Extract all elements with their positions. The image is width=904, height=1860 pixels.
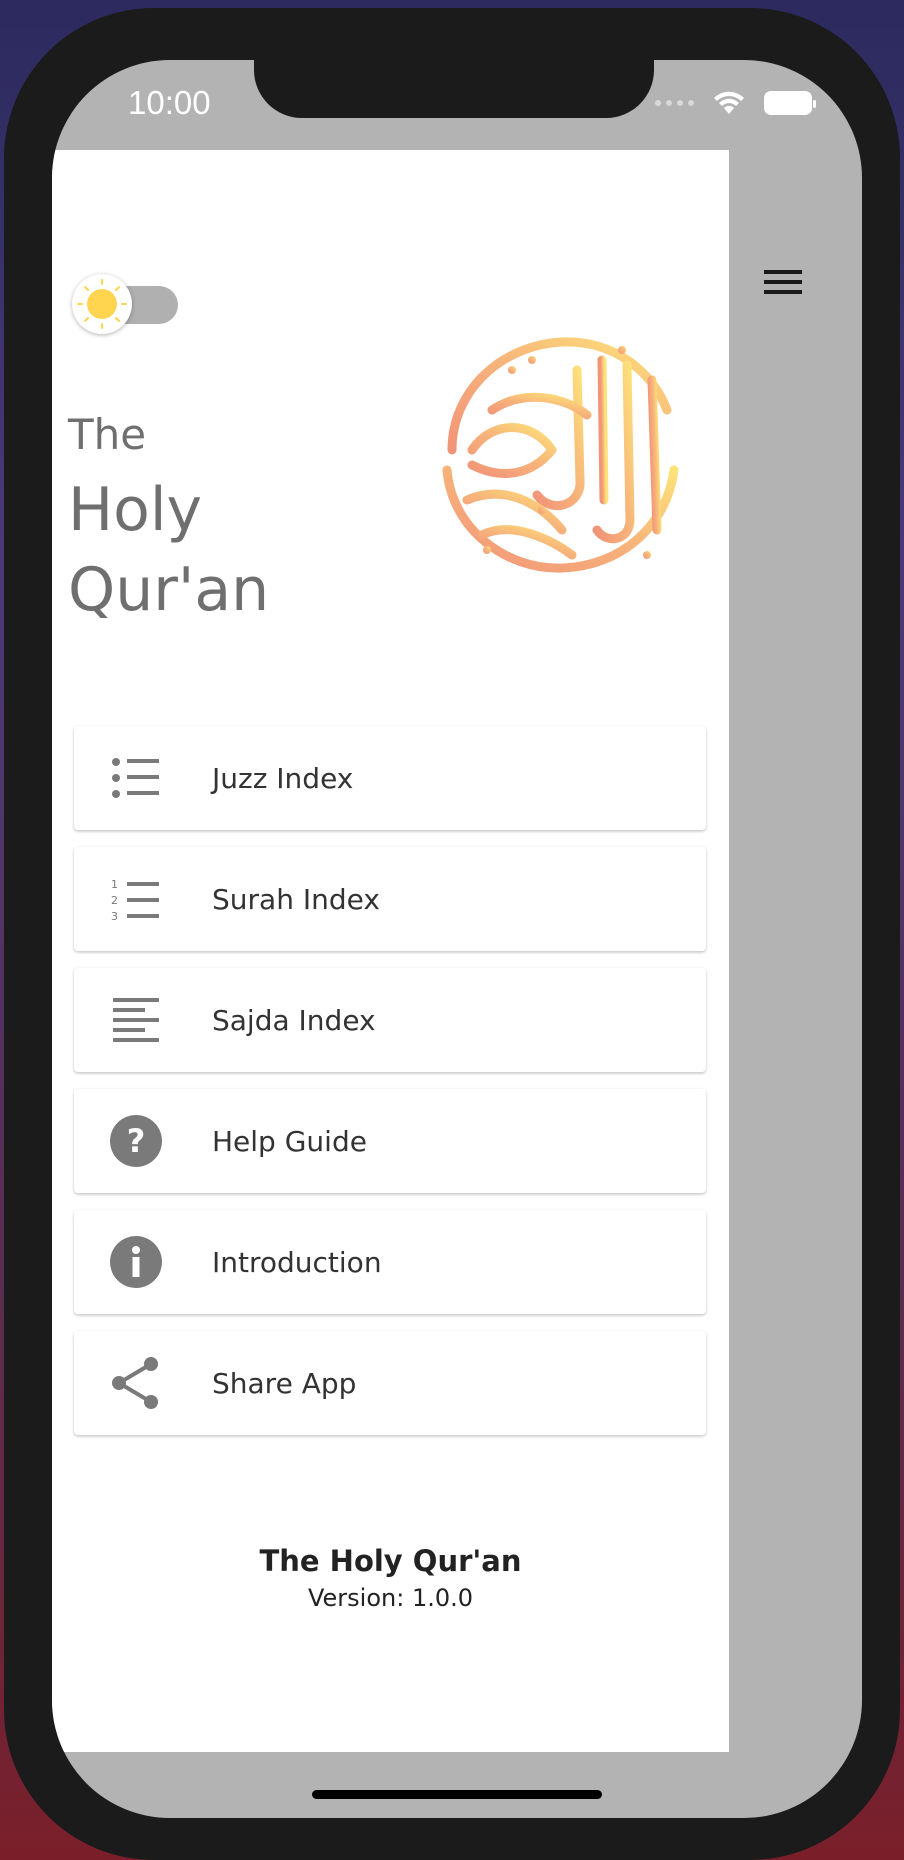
share-icon	[106, 1353, 166, 1413]
menu-item-juzz-index[interactable]: Juzz Index	[74, 726, 706, 830]
app-title: The Holy Qur'an	[68, 410, 269, 630]
sun-icon	[77, 279, 127, 329]
home-indicator[interactable]	[312, 1790, 602, 1799]
device-frame: 10:00 The Holy Qur'an Juzz Index 1 2 3 S…	[4, 8, 900, 1860]
menu-item-surah-index[interactable]: 1 2 3 Surah Index	[74, 847, 706, 951]
svg-text:2: 2	[111, 894, 118, 907]
battery-icon	[764, 91, 816, 115]
menu-item-sajda-index[interactable]: Sajda Index	[74, 968, 706, 1072]
numbered-list-icon: 1 2 3	[106, 869, 166, 929]
menu-item-label: Sajda Index	[212, 1003, 376, 1037]
menu-item-label: Surah Index	[212, 882, 380, 916]
list-bullet-icon	[106, 748, 166, 808]
footer-title: The Holy Qur'an	[259, 1544, 522, 1578]
menu-hamburger-icon[interactable]	[764, 270, 802, 298]
screen: 10:00 The Holy Qur'an Juzz Index 1 2 3 S…	[52, 60, 862, 1818]
app-footer: The Holy Qur'an Version: 1.0.0	[52, 1544, 729, 1612]
menu-item-label: Juzz Index	[212, 761, 354, 795]
main-menu: Juzz Index 1 2 3 Surah Index Sajda Index…	[74, 726, 706, 1452]
svg-text:3: 3	[111, 910, 118, 921]
title-quran: Qur'an	[68, 555, 270, 625]
title-holy: Holy	[68, 475, 203, 545]
info-circle-icon	[106, 1232, 166, 1292]
menu-item-help-guide[interactable]: ? Help Guide	[74, 1089, 706, 1193]
menu-item-share-app[interactable]: Share App	[74, 1331, 706, 1435]
menu-item-label: Share App	[212, 1366, 357, 1400]
align-left-icon	[106, 990, 166, 1050]
title-the: The	[68, 410, 147, 459]
quran-calligraphy-logo	[442, 337, 679, 573]
help-circle-icon: ?	[106, 1111, 166, 1171]
svg-text:?: ?	[127, 1122, 146, 1160]
footer-version: Version: 1.0.0	[307, 1584, 474, 1612]
menu-item-introduction[interactable]: Introduction	[74, 1210, 706, 1314]
navigation-drawer: The Holy Qur'an Juzz Index 1 2 3 Surah I…	[52, 150, 729, 1752]
theme-toggle[interactable]	[72, 274, 180, 334]
menu-item-label: Introduction	[212, 1245, 382, 1279]
status-icons	[655, 90, 816, 116]
status-time: 10:00	[128, 84, 211, 121]
signal-icon	[655, 100, 694, 106]
menu-item-label: Help Guide	[212, 1124, 367, 1158]
svg-text:1: 1	[111, 878, 118, 891]
notch	[254, 60, 654, 118]
wifi-icon	[714, 91, 744, 114]
toggle-knob	[72, 274, 132, 334]
